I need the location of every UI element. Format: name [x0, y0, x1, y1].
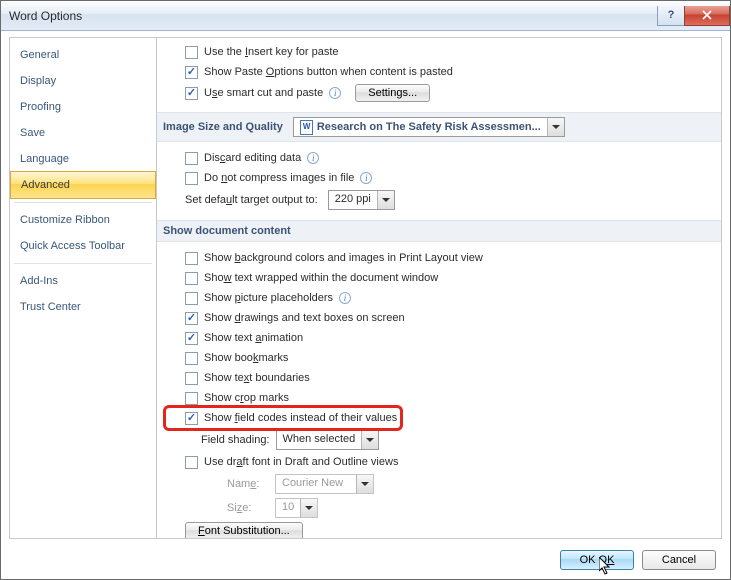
checkbox-insert-key[interactable]: [185, 46, 198, 59]
field-shading-value: When selected: [277, 431, 362, 449]
settings-button[interactable]: Settings...: [355, 84, 430, 102]
label-doc-3: Show drawings and text boxes on screen: [204, 312, 405, 324]
info-icon[interactable]: [329, 87, 341, 99]
word-options-window: Word Options GeneralDisplayProofingSaveL…: [0, 0, 731, 580]
cancel-button[interactable]: Cancel: [642, 550, 716, 570]
info-icon[interactable]: [339, 292, 351, 304]
sidebar: GeneralDisplayProofingSaveLanguageAdvanc…: [9, 37, 157, 539]
window-title: Word Options: [9, 9, 82, 23]
label-font-size: Size:: [227, 502, 269, 514]
sidebar-item-add-ins[interactable]: Add-Ins: [10, 268, 156, 294]
doc-selector-value: Research on The Safety Risk Assessmen...: [317, 121, 541, 133]
checkbox-discard-editing[interactable]: [185, 152, 198, 165]
label-font-name: Name:: [227, 478, 269, 490]
sidebar-item-save[interactable]: Save: [10, 120, 156, 146]
label-no-compress: Do not compress images in file: [204, 172, 354, 184]
doc-option-row: Show bookmarks: [169, 348, 709, 368]
checkbox-doc-6[interactable]: [185, 372, 198, 385]
checkbox-paste-options[interactable]: [185, 66, 198, 79]
sidebar-item-proofing[interactable]: Proofing: [10, 94, 156, 120]
chevron-down-icon: [547, 118, 564, 136]
doc-option-row: Show picture placeholders: [169, 288, 709, 308]
font-name-value: Courier New: [276, 475, 356, 493]
checkbox-doc-5[interactable]: [185, 352, 198, 365]
checkbox-doc-3[interactable]: [185, 312, 198, 325]
sidebar-item-trust-center[interactable]: Trust Center: [10, 294, 156, 320]
checkbox-draft-font[interactable]: [185, 456, 198, 469]
ok-button-label: OK: [580, 554, 596, 566]
label-paste-options: Show Paste Options button when content i…: [204, 66, 453, 78]
font-size-value: 10: [276, 499, 300, 517]
checkbox-doc-2[interactable]: [185, 292, 198, 305]
ok-label-text: OK: [599, 554, 615, 566]
sidebar-item-display[interactable]: Display: [10, 68, 156, 94]
checkbox-doc-7[interactable]: [185, 392, 198, 405]
font-substitution-button[interactable]: Font Substitution...: [185, 522, 303, 539]
checkbox-doc-1[interactable]: [185, 272, 198, 285]
checkbox-doc-0[interactable]: [185, 252, 198, 265]
label-target-output: Set default target output to:: [185, 194, 318, 206]
chevron-down-icon: [300, 499, 317, 517]
chevron-down-icon: [356, 475, 373, 493]
font-size-select: 10: [275, 498, 318, 518]
doc-option-row: Show text wrapped within the document wi…: [169, 268, 709, 288]
options-content[interactable]: Use the Insert key for paste Show Paste …: [157, 37, 722, 539]
label-doc-5: Show bookmarks: [204, 352, 288, 364]
sidebar-item-advanced[interactable]: Advanced: [10, 171, 156, 199]
label-doc-2: Show picture placeholders: [204, 292, 333, 304]
doc-option-row: Show background colors and images in Pri…: [169, 248, 709, 268]
word-doc-icon: [300, 120, 313, 135]
field-shading-select[interactable]: When selected: [276, 430, 380, 450]
section-image-quality-label: Image Size and Quality: [163, 121, 283, 133]
doc-option-row: Show field codes instead of their values: [169, 408, 709, 428]
dialog-footer: OK OK Cancel: [1, 539, 730, 579]
label-smart-cut: Use smart cut and paste: [204, 87, 323, 99]
info-icon[interactable]: [360, 172, 372, 184]
checkbox-no-compress[interactable]: [185, 172, 198, 185]
label-insert-key: Use the Insert key for paste: [204, 46, 339, 58]
checkbox-smart-cut[interactable]: [185, 87, 198, 100]
checkbox-doc-8[interactable]: [185, 412, 198, 425]
label-draft-font: Use draft font in Draft and Outline view…: [204, 456, 398, 468]
chevron-down-icon: [377, 191, 394, 209]
label-doc-6: Show text boundaries: [204, 372, 310, 384]
info-icon[interactable]: [307, 152, 319, 164]
doc-option-row: Show drawings and text boxes on screen: [169, 308, 709, 328]
section-doc-content-label: Show document content: [163, 225, 291, 237]
ok-button[interactable]: OK OK: [560, 550, 634, 570]
sidebar-item-customize-ribbon[interactable]: Customize Ribbon: [10, 207, 156, 233]
target-output-select[interactable]: 220 ppi: [328, 190, 395, 210]
chevron-down-icon: [361, 431, 378, 449]
sidebar-item-general[interactable]: General: [10, 42, 156, 68]
doc-option-row: Show text animation: [169, 328, 709, 348]
label-discard-editing: Discard editing data: [204, 152, 301, 164]
label-doc-0: Show background colors and images in Pri…: [204, 252, 483, 264]
target-output-value: 220 ppi: [329, 191, 377, 209]
doc-option-row: Show text boundaries: [169, 368, 709, 388]
label-doc-1: Show text wrapped within the document wi…: [204, 272, 438, 284]
doc-selector[interactable]: Research on The Safety Risk Assessmen...: [293, 117, 565, 137]
label-doc-4: Show text animation: [204, 332, 303, 344]
doc-option-row: Show crop marks: [169, 388, 709, 408]
help-button[interactable]: [657, 6, 685, 26]
section-doc-content: Show document content: [157, 220, 721, 242]
label-doc-7: Show crop marks: [204, 392, 289, 404]
close-icon: [702, 10, 712, 20]
font-name-select: Courier New: [275, 474, 374, 494]
label-doc-8: Show field codes instead of their values: [204, 412, 397, 424]
label-field-shading: Field shading:: [201, 434, 270, 446]
close-button[interactable]: [684, 6, 730, 26]
sidebar-item-quick-access-toolbar[interactable]: Quick Access Toolbar: [10, 233, 156, 259]
titlebar: Word Options: [1, 1, 730, 31]
section-image-quality: Image Size and Quality Research on The S…: [157, 112, 721, 142]
sidebar-item-language[interactable]: Language: [10, 146, 156, 172]
checkbox-doc-4[interactable]: [185, 332, 198, 345]
